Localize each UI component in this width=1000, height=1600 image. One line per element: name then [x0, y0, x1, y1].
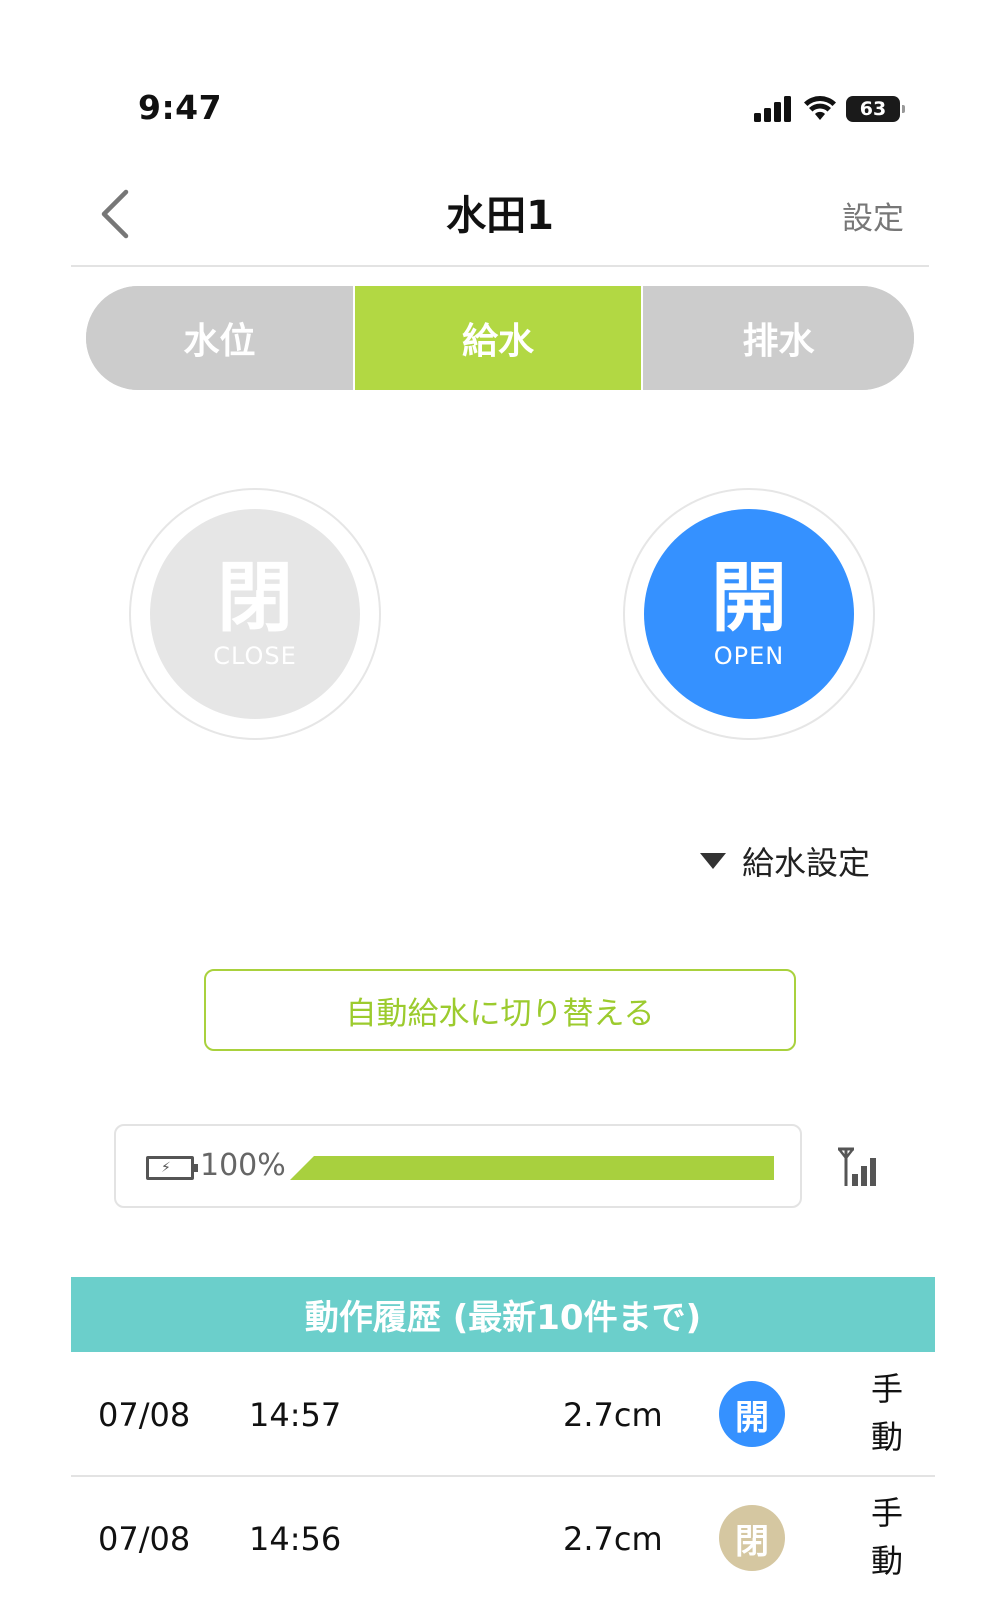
- battery-status-icon: 63: [846, 96, 905, 122]
- open-valve-ring: 開 OPEN: [623, 488, 875, 740]
- tab-water-supply[interactable]: 給水: [353, 286, 643, 390]
- history-mode: 手動: [870, 1370, 903, 1456]
- battery-charging-icon: ⚡: [146, 1156, 198, 1180]
- history-time: 14:56: [249, 1520, 342, 1558]
- nav-divider: [71, 265, 929, 267]
- battery-status-value: 63: [859, 98, 887, 120]
- history-row: 07/08 14:56 2.7cm 閉 手動: [71, 1477, 935, 1600]
- history-level: 2.7cm: [563, 1396, 663, 1434]
- open-valve-button[interactable]: 開 OPEN: [644, 509, 854, 719]
- device-battery-panel: ⚡ 100%: [114, 1124, 802, 1208]
- history-date: 07/08: [98, 1520, 191, 1558]
- status-icons: 63: [754, 96, 905, 122]
- history-time: 14:57: [249, 1396, 342, 1434]
- antenna-signal-icon: [838, 1147, 876, 1186]
- triangle-down-icon: [699, 853, 726, 869]
- close-valve-ring: 閉 CLOSE: [129, 488, 381, 740]
- history-level: 2.7cm: [563, 1520, 663, 1558]
- battery-percent: 100%: [200, 1148, 286, 1183]
- settings-link[interactable]: 設定: [842, 193, 904, 238]
- history-action-badge: 閉: [719, 1505, 785, 1571]
- wifi-icon: [804, 96, 836, 120]
- supply-settings-toggle[interactable]: 給水設定: [699, 838, 870, 884]
- cellular-signal-icon: [754, 96, 791, 122]
- close-valve-button[interactable]: 閉 CLOSE: [150, 509, 360, 719]
- battery-bar-fill: [290, 1156, 774, 1180]
- close-valve-label: CLOSE: [213, 642, 297, 670]
- history-row: 07/08 14:57 2.7cm 開 手動: [71, 1353, 935, 1477]
- battery-bar: [290, 1156, 774, 1180]
- auto-supply-switch-button[interactable]: 自動給水に切り替える: [204, 969, 796, 1051]
- open-valve-label: OPEN: [713, 642, 785, 670]
- history-date: 07/08: [98, 1396, 191, 1434]
- mode-tabs: 水位 給水 排水: [86, 286, 914, 390]
- open-valve-kanji: 開: [711, 553, 787, 642]
- supply-settings-label: 給水設定: [741, 844, 870, 882]
- close-valve-kanji: 閉: [217, 553, 293, 642]
- tab-drainage[interactable]: 排水: [643, 286, 914, 390]
- status-time: 9:47: [138, 88, 223, 127]
- history-title: 動作履歴 (最新10件まで): [71, 1277, 935, 1352]
- tab-water-level[interactable]: 水位: [86, 286, 353, 390]
- history-action-badge: 開: [719, 1381, 785, 1447]
- history-mode: 手動: [870, 1494, 903, 1580]
